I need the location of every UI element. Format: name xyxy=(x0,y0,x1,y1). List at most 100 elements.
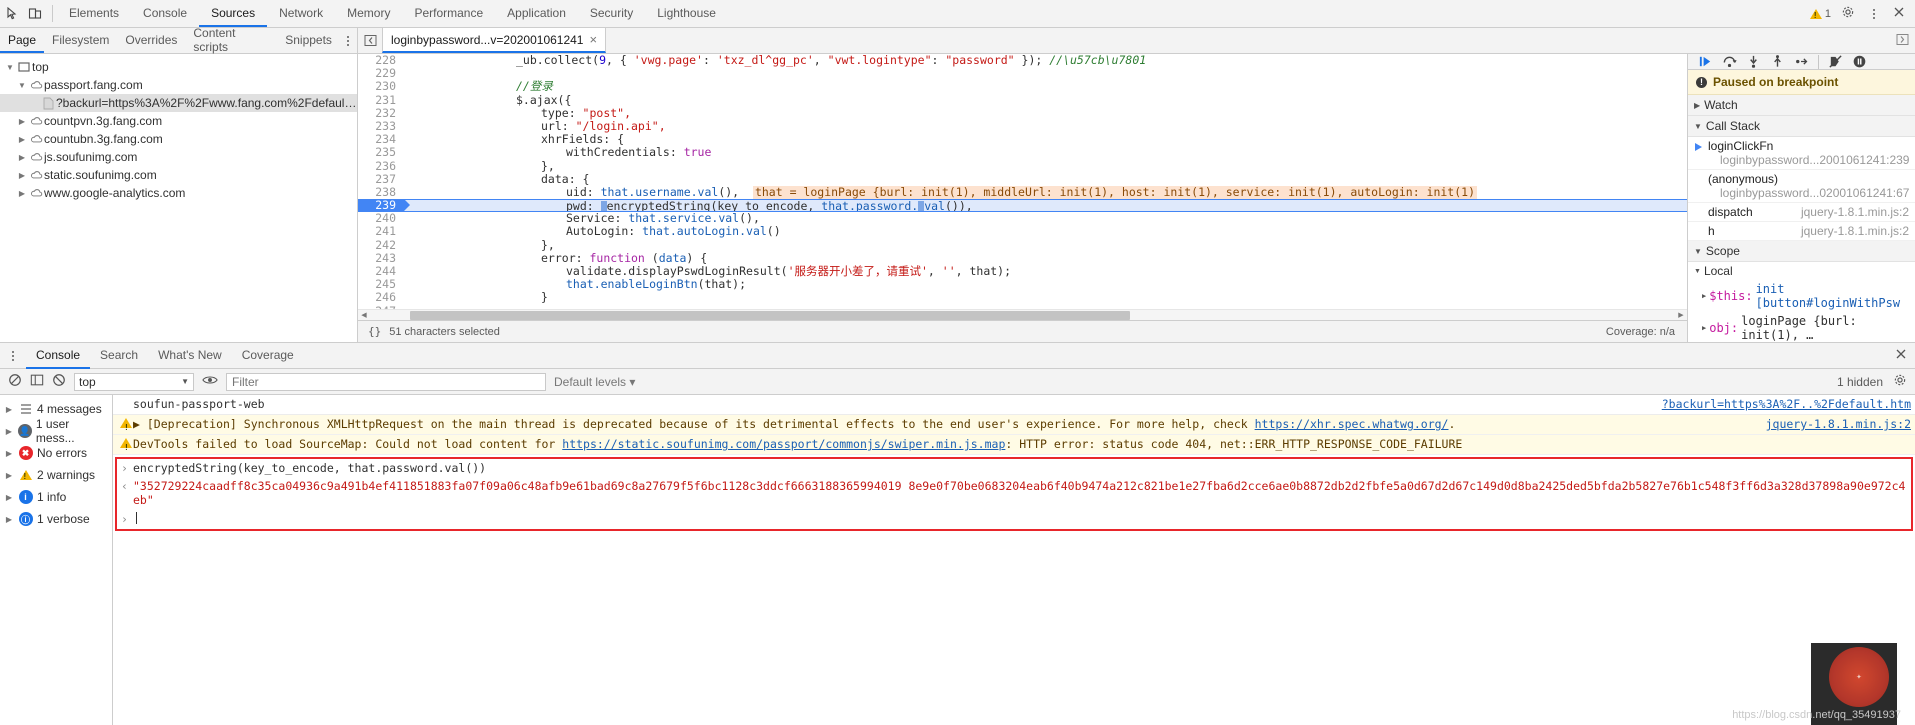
code-line[interactable]: 245 that.enableLoginBtn(that); xyxy=(358,277,1687,292)
code-line[interactable]: 236 }, xyxy=(358,159,1687,173)
drawer-tab-search[interactable]: Search xyxy=(90,343,148,369)
chevron-right-icon[interactable]: ▶ xyxy=(1702,292,1706,300)
scroll-left-icon[interactable]: ◀ xyxy=(358,311,370,319)
step-into-icon[interactable] xyxy=(1746,54,1761,69)
console-sidebar-toggle-icon[interactable] xyxy=(30,373,44,390)
device-toggle-icon[interactable] xyxy=(28,7,42,21)
console-message-list[interactable]: soufun-passport-web ?backurl=https%3A%2F… xyxy=(113,395,1915,725)
console-sidebar-item-user-messages[interactable]: ▶ 👤 1 user mess... xyxy=(0,417,112,445)
navigator-file-tree[interactable]: ▼ top ▼ passport.fang.com ?backurl=https… xyxy=(0,54,358,342)
drawer-tab-console[interactable]: Console xyxy=(26,343,91,369)
chevron-right-icon[interactable]: ▶ xyxy=(16,117,28,126)
chevron-right-icon[interactable]: ▶ xyxy=(1694,101,1700,110)
console-sidebar-item-info[interactable]: ▶ i 1 info xyxy=(0,486,112,508)
editor-horizontal-scrollbar[interactable]: ◀ ▶ xyxy=(358,309,1687,320)
expand-sidebar-icon[interactable] xyxy=(1896,33,1909,49)
scope-group-local[interactable]: ▼ Local xyxy=(1688,262,1915,280)
chevron-down-icon[interactable]: ▼ xyxy=(16,81,28,90)
line-number[interactable]: 230 xyxy=(358,80,404,94)
gear-icon[interactable] xyxy=(1841,5,1855,22)
close-icon[interactable] xyxy=(1895,349,1907,363)
tree-row-countubn[interactable]: ▶ countubn.3g.fang.com xyxy=(0,130,357,148)
code-line[interactable]: 229 xyxy=(358,66,1687,81)
console-group-title[interactable]: soufun-passport-web ?backurl=https%3A%2F… xyxy=(113,395,1915,415)
subtab-content-scripts[interactable]: Content scripts xyxy=(185,26,277,54)
code-line[interactable]: 244 validate.displayPswdLoginResult('服务器… xyxy=(358,264,1687,279)
step-over-icon[interactable] xyxy=(1722,54,1737,69)
line-number[interactable]: 232 xyxy=(358,106,404,120)
deactivate-breakpoints-icon[interactable] xyxy=(1828,54,1843,69)
tree-row-countpvn[interactable]: ▶ countpvn.3g.fang.com xyxy=(0,112,357,130)
warning-count-chip[interactable]: 1 xyxy=(1809,8,1831,20)
callstack-frame-h[interactable]: h jquery-1.8.1.min.js:2 xyxy=(1688,222,1915,241)
eye-icon[interactable] xyxy=(202,373,218,390)
drawer-tab-coverage[interactable]: Coverage xyxy=(232,343,304,369)
chevron-down-icon[interactable]: ▼ xyxy=(4,63,16,72)
callstack-frame-dispatch[interactable]: dispatch jquery-1.8.1.min.js:2 xyxy=(1688,203,1915,222)
step-icon[interactable] xyxy=(1794,54,1809,69)
kebab-icon[interactable] xyxy=(1865,8,1883,19)
editor-tab-loginbypassword[interactable]: loginbypassword...v=202001061241 × xyxy=(382,28,607,53)
code-line[interactable]: 240 Service: that.service.val(), xyxy=(358,212,1687,226)
tab-performance[interactable]: Performance xyxy=(402,0,495,27)
scope-var-this-dollar[interactable]: ▶ $this: init [button#loginWithPsw xyxy=(1688,280,1915,312)
callstack-frame-anonymous[interactable]: (anonymous) loginbypassword...0200106124… xyxy=(1688,170,1915,203)
console-warning-sourcemap[interactable]: DevTools failed to load SourceMap: Could… xyxy=(113,435,1915,455)
tab-sources[interactable]: Sources xyxy=(199,0,268,27)
code-line-breakpoint[interactable]: 239 pwd: encryptedString(key_to_encode, … xyxy=(358,198,1687,213)
resume-icon[interactable] xyxy=(1698,54,1713,69)
console-eval-input-row[interactable]: › encryptedString(key_to_encode, that.pa… xyxy=(117,459,1911,477)
chevron-right-icon[interactable]: ▶ xyxy=(16,171,28,180)
clear-console-icon[interactable] xyxy=(8,373,22,390)
pause-on-exceptions-icon[interactable] xyxy=(1852,54,1867,69)
code-line[interactable]: 228 _ub.collect(9, { 'vwg.page': 'txz_dl… xyxy=(358,54,1687,68)
scrollbar-track[interactable] xyxy=(370,310,1675,320)
chevron-right-icon[interactable]: ▶ xyxy=(16,153,28,162)
scroll-right-icon[interactable]: ▶ xyxy=(1675,311,1687,319)
code-line[interactable]: 231 $.ajax({ xyxy=(358,93,1687,107)
chevron-right-icon[interactable]: ▶ xyxy=(4,471,14,480)
tree-row-passport-fang[interactable]: ▼ passport.fang.com xyxy=(0,76,357,94)
console-message-link[interactable]: https://static.soufunimg.com/passport/co… xyxy=(562,437,1005,451)
subtab-filesystem[interactable]: Filesystem xyxy=(44,28,117,53)
close-icon[interactable] xyxy=(1893,6,1905,21)
console-message-source-link[interactable]: jquery-1.8.1.min.js:2 xyxy=(1756,417,1911,432)
console-message-source-link[interactable]: ?backurl=https%3A%2F..%2Fdefault.htm xyxy=(1652,397,1911,412)
collapse-navigator-icon[interactable] xyxy=(358,28,382,53)
line-number[interactable]: 247 xyxy=(358,304,404,309)
subtab-overrides[interactable]: Overrides xyxy=(117,28,185,53)
tree-row-top[interactable]: ▼ top xyxy=(0,58,357,76)
pretty-print-icon[interactable]: {} xyxy=(368,325,381,338)
console-eval-output-row[interactable]: ‹ "352729224caadff8c35ca04936c9a491b4ef4… xyxy=(117,477,1911,509)
code-line[interactable]: 238 uid: that.username.val(), that = log… xyxy=(358,185,1687,200)
block-icon[interactable] xyxy=(52,373,66,390)
tree-row-google-analytics[interactable]: ▶ www.google-analytics.com xyxy=(0,184,357,202)
drawer-more-icon[interactable] xyxy=(4,350,22,361)
editor-tab-close-icon[interactable]: × xyxy=(589,32,597,47)
chevron-right-icon[interactable]: ▶ xyxy=(4,515,14,524)
line-number[interactable]: 235 xyxy=(358,146,404,160)
code-line[interactable]: 233 url: "/login.api", xyxy=(358,119,1687,134)
execution-context-selector[interactable]: top ▼ xyxy=(74,372,194,391)
chevron-right-icon[interactable]: ▶ xyxy=(1702,324,1706,332)
tree-row-static-soufunimg[interactable]: ▶ static.soufunimg.com xyxy=(0,166,357,184)
tree-row-js-soufunimg[interactable]: ▶ js.soufunimg.com xyxy=(0,148,357,166)
chevron-right-icon[interactable]: ▶ xyxy=(16,189,28,198)
tab-lighthouse[interactable]: Lighthouse xyxy=(645,0,728,27)
scope-var-obj[interactable]: ▶ obj: loginPage {burl: init(1), … xyxy=(1688,312,1915,342)
callstack-section-header[interactable]: ▼ Call Stack xyxy=(1688,116,1915,137)
line-number-breakpoint[interactable]: 239 xyxy=(358,198,410,213)
chevron-right-icon[interactable]: ▶ xyxy=(4,405,14,414)
drawer-tab-whats-new[interactable]: What's New xyxy=(148,343,232,369)
code-line[interactable]: 247 xyxy=(358,304,1687,309)
code-line[interactable]: 241 AutoLogin: that.autoLogin.val() xyxy=(358,225,1687,239)
console-filter-input[interactable] xyxy=(226,372,546,391)
console-warning-deprecation[interactable]: ▶ [Deprecation] Synchronous XMLHttpReque… xyxy=(113,415,1915,435)
console-sidebar-item-warnings[interactable]: ▶ 2 warnings xyxy=(0,464,112,486)
tab-console[interactable]: Console xyxy=(131,0,199,27)
console-sidebar-item-verbose[interactable]: ▶ ⓘ 1 verbose xyxy=(0,508,112,530)
code-line[interactable]: 234 xhrFields: { xyxy=(358,132,1687,147)
console-levels-dropdown[interactable]: Default levels ▾ xyxy=(554,375,635,389)
step-out-icon[interactable] xyxy=(1770,54,1785,69)
inspect-icon[interactable] xyxy=(6,6,20,21)
